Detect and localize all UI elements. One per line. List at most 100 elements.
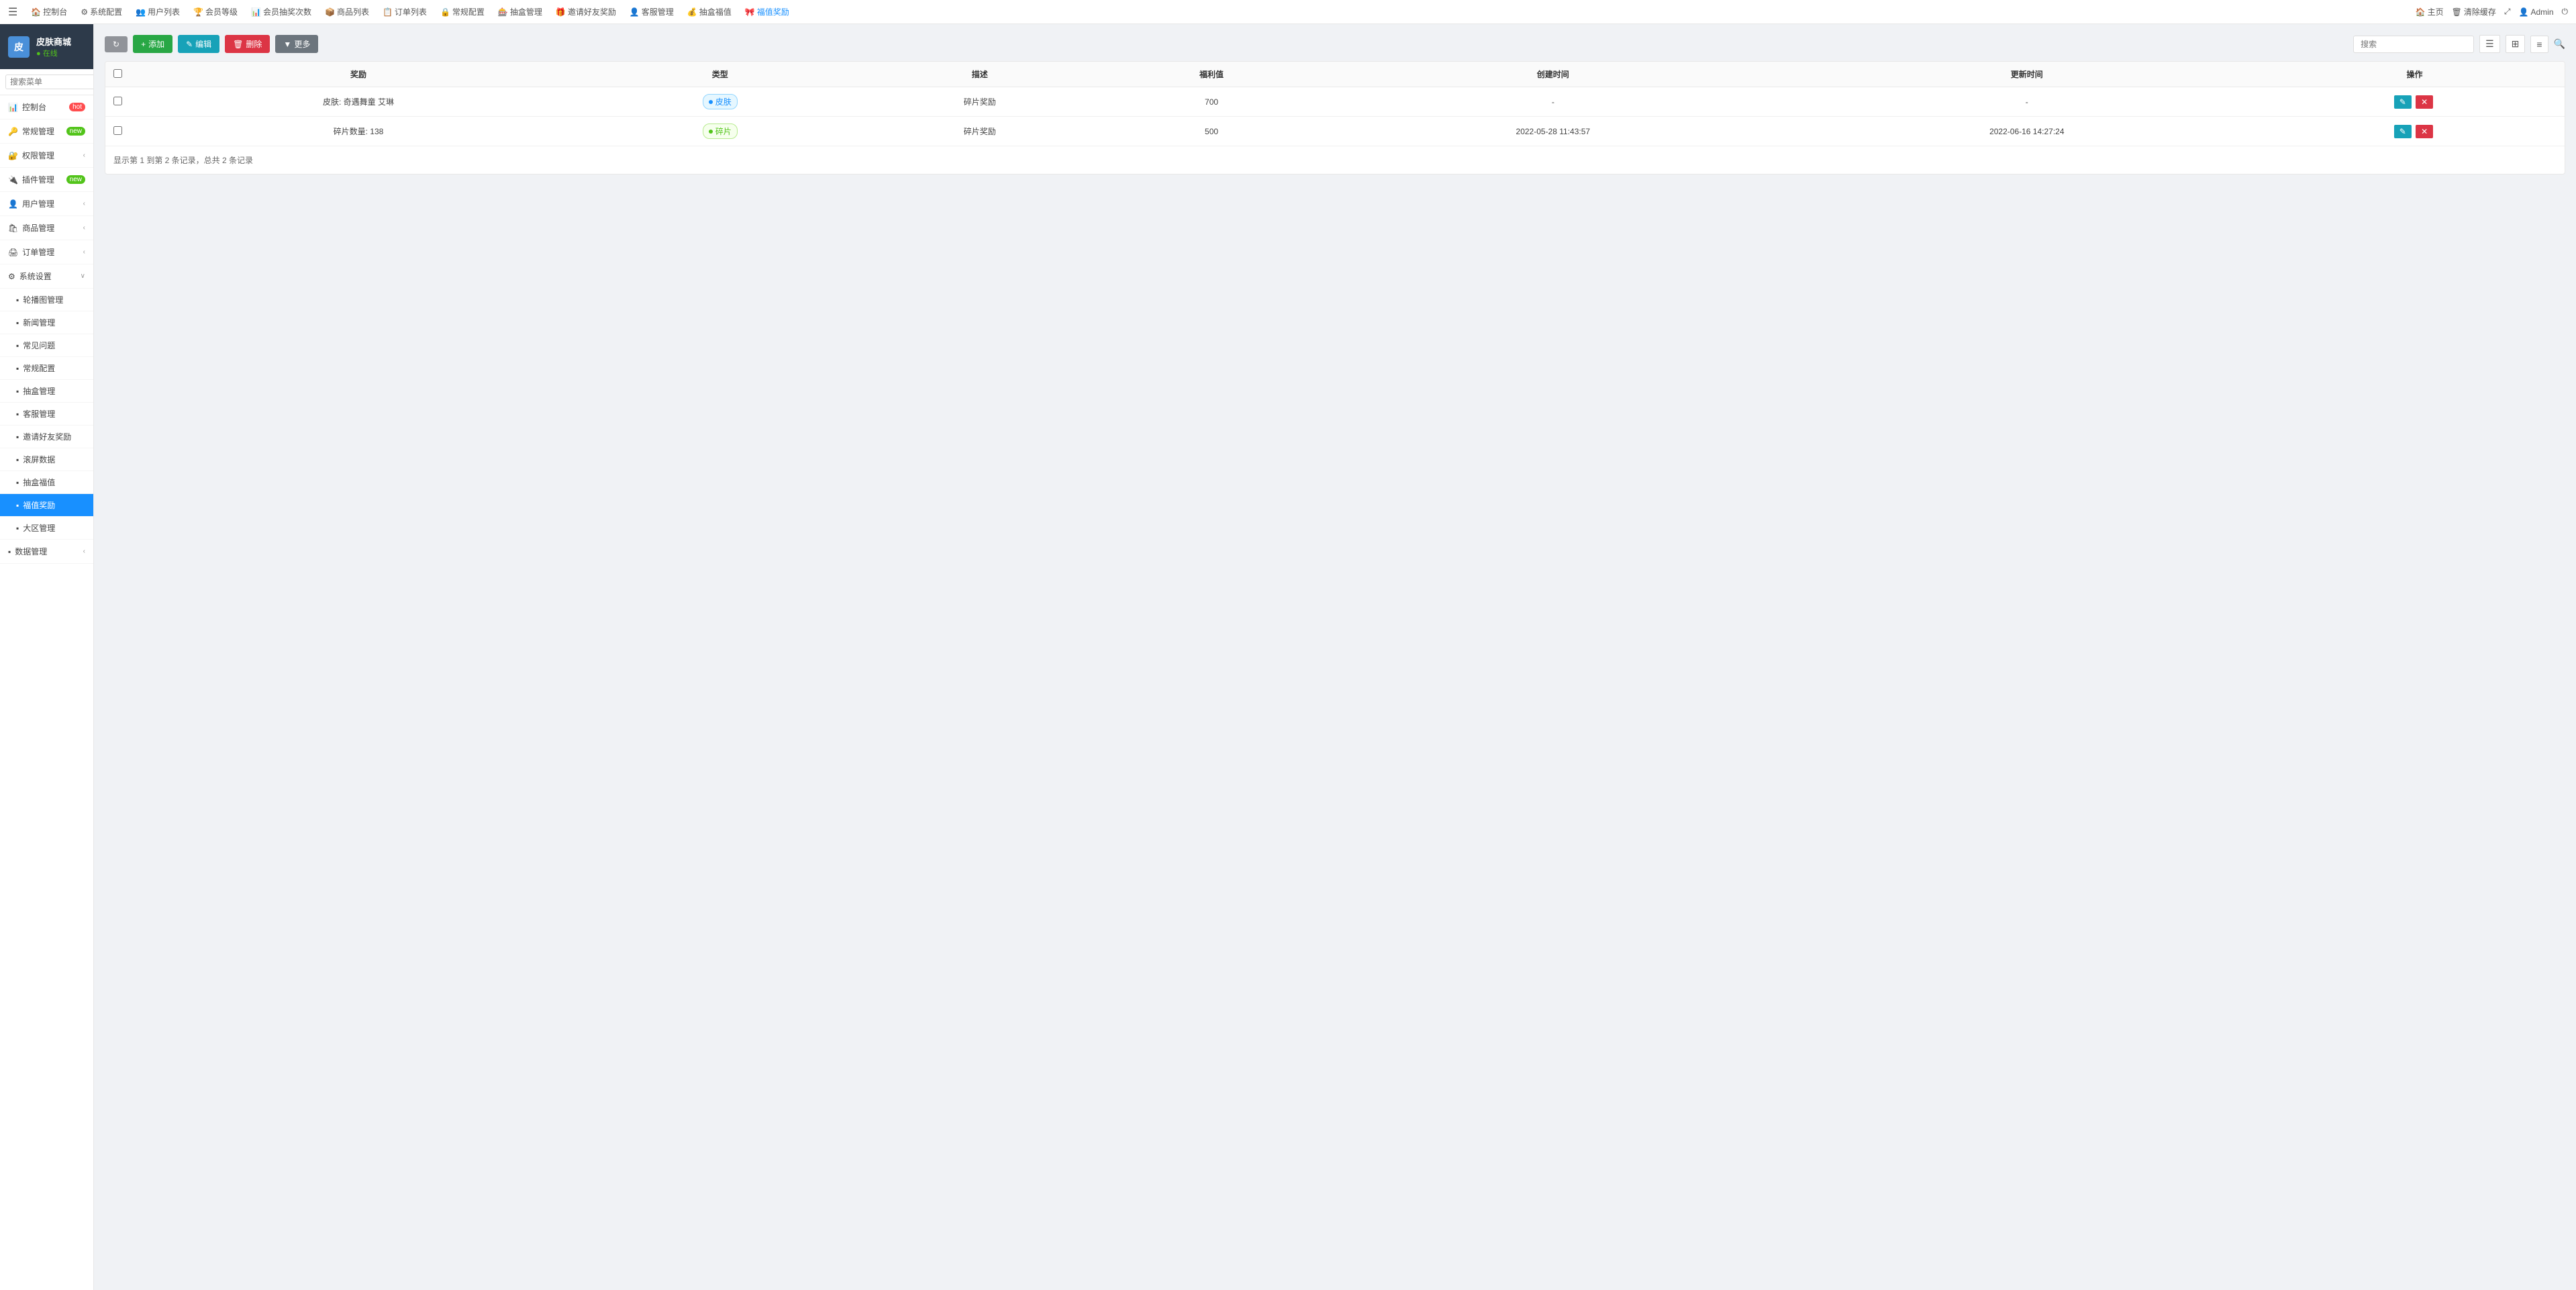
dashboard-icon: 📊 bbox=[8, 103, 18, 112]
hot-badge: hot bbox=[69, 103, 85, 111]
edit-row-button-0[interactable]: ✎ bbox=[2394, 95, 2412, 109]
sidebar-item-data-mgmt[interactable]: ▪ 数据管理 ‹ bbox=[0, 540, 93, 564]
sidebar-sub-scroll[interactable]: ▪ 滚屏数据 bbox=[0, 448, 93, 471]
row-select-0[interactable] bbox=[113, 97, 122, 105]
money-icon: 💰 bbox=[687, 7, 697, 17]
fullscreen-button[interactable]: ⤢ bbox=[2504, 7, 2511, 17]
sidebar-sub-invite[interactable]: ▪ 邀请好友奖励 bbox=[0, 426, 93, 448]
nav-lottery-mgmt[interactable]: 🎰 抽盒管理 bbox=[493, 0, 548, 24]
col-description: 描述 bbox=[854, 62, 1107, 87]
hamburger-menu[interactable]: ☰ bbox=[8, 5, 17, 19]
refresh-icon: ↻ bbox=[113, 40, 119, 49]
edit-icon: ✎ bbox=[186, 40, 193, 49]
sidebar-logo: 皮 bbox=[8, 36, 30, 58]
sidebar-item-dashboard[interactable]: 📊 控制台 hot bbox=[0, 95, 93, 119]
access-icon: 🔐 bbox=[8, 151, 18, 160]
arrow-icon-data: ‹ bbox=[83, 548, 85, 555]
toolbar: ↻ + 添加 ✎ 编辑 🗑 删除 ▼ 更多 ☰ ⊞ ≡ bbox=[105, 35, 2565, 53]
sidebar-sub-lottery-value[interactable]: ▪ 抽盒福值 bbox=[0, 471, 93, 494]
type-tag-0: 皮肤 bbox=[703, 94, 738, 109]
data-icon: ▪ bbox=[8, 547, 11, 556]
sidebar-sub-customer[interactable]: ▪ 客服管理 bbox=[0, 403, 93, 426]
new-badge: new bbox=[66, 127, 85, 136]
home-nav-icon: 🏠 bbox=[2416, 7, 2426, 17]
nav-member-count[interactable]: 📊 会员抽奖次数 bbox=[246, 0, 317, 24]
nav-invite-friends[interactable]: 🎁 邀请好友奖励 bbox=[550, 0, 622, 24]
permission-icon: 🔑 bbox=[8, 127, 18, 136]
nav-member-level[interactable]: 🏆 会员等级 bbox=[188, 0, 243, 24]
sidebar-header: 皮 皮肤商城 ● 在线 bbox=[0, 24, 93, 69]
top-navigation: ☰ 🏠 控制台 ⚙ 系统配置 👥 用户列表 🏆 会员等级 📊 会员抽奖次数 📦 … bbox=[0, 0, 2576, 24]
table-row: 皮肤: 奇遇舞童 艾琳 皮肤 碎片奖励 700 - - ✎ ✕ bbox=[105, 87, 2565, 117]
data-table-container: 奖励 类型 描述 福利值 创建时间 更新时间 操作 皮肤: 奇遇舞童 艾琳 皮肤 bbox=[105, 61, 2565, 175]
nav-dashboard[interactable]: 🏠 控制台 bbox=[26, 0, 72, 24]
sidebar-item-user-mgmt[interactable]: 👤 用户管理 ‹ bbox=[0, 192, 93, 216]
home-link[interactable]: 🏠 主页 bbox=[2416, 6, 2444, 17]
sidebar-sub-normal-config[interactable]: ▪ 常规配置 bbox=[0, 357, 93, 380]
sidebar-sub-carousel[interactable]: ▪ 轮播图管理 bbox=[0, 289, 93, 311]
nav-lottery-value[interactable]: 💰 抽盒福值 bbox=[682, 0, 737, 24]
admin-profile[interactable]: 👤 Admin bbox=[2519, 7, 2554, 17]
row-welfare-0: 700 bbox=[1106, 87, 1317, 117]
grid-view-button[interactable]: ⊞ bbox=[2506, 35, 2526, 53]
delete-button[interactable]: 🗑 删除 bbox=[225, 35, 270, 53]
refresh-button[interactable]: ↻ bbox=[105, 36, 128, 52]
nav-customer-mgmt[interactable]: 👤 客服管理 bbox=[624, 0, 679, 24]
plugin-new-badge: new bbox=[66, 175, 85, 184]
sidebar-title-wrap: 皮肤商城 ● 在线 bbox=[36, 35, 71, 58]
sidebar-item-system-settings[interactable]: ⚙ 系统设置 ∨ bbox=[0, 264, 93, 289]
home-icon: 🏠 bbox=[31, 7, 41, 17]
row-desc-0: 碎片奖励 bbox=[854, 87, 1107, 117]
row-select-1[interactable] bbox=[113, 126, 122, 135]
sidebar-item-order-mgmt[interactable]: 🖨 订单管理 ‹ bbox=[0, 240, 93, 264]
logout-icon: ⏻ bbox=[2562, 7, 2569, 17]
row-welfare-1: 500 bbox=[1106, 117, 1317, 146]
nav-system-config[interactable]: ⚙ 系统配置 bbox=[75, 0, 128, 24]
sidebar-store-name: 皮肤商城 bbox=[36, 35, 71, 48]
faq-dot-icon: ▪ bbox=[16, 341, 19, 350]
search-input[interactable] bbox=[2353, 36, 2474, 53]
row-actions-1: ✎ ✕ bbox=[2265, 117, 2565, 146]
type-tag-1: 碎片 bbox=[703, 123, 738, 139]
add-button[interactable]: + 添加 bbox=[133, 35, 172, 53]
edit-button[interactable]: ✎ 编辑 bbox=[178, 35, 219, 53]
select-all-header bbox=[105, 62, 130, 87]
gift-icon: 🎁 bbox=[556, 7, 566, 17]
customer-icon: 👤 bbox=[630, 7, 640, 17]
nav-permission-config[interactable]: 🔒 常规配置 bbox=[435, 0, 490, 24]
sidebar-sub-news[interactable]: ▪ 新闻管理 bbox=[0, 311, 93, 334]
product-icon: 🛍 bbox=[8, 224, 18, 233]
main-content: ↻ + 添加 ✎ 编辑 🗑 删除 ▼ 更多 ☰ ⊞ ≡ bbox=[94, 24, 2576, 1290]
invite-dot-icon: ▪ bbox=[16, 432, 19, 442]
row-reward-0: 皮肤: 奇遇舞童 艾琳 bbox=[130, 87, 587, 117]
nav-welfare-reward[interactable]: 🎀 福值奖励 bbox=[740, 0, 795, 24]
sidebar-sub-faq[interactable]: ▪ 常见问题 bbox=[0, 334, 93, 357]
nav-user-list[interactable]: 👥 用户列表 bbox=[130, 0, 185, 24]
row-updated-1: 2022-06-16 14:27:24 bbox=[1789, 117, 2265, 146]
search-submit-button[interactable]: 🔍 bbox=[2554, 38, 2565, 50]
news-dot-icon: ▪ bbox=[16, 318, 19, 328]
nav-order-list[interactable]: 📋 订单列表 bbox=[377, 0, 432, 24]
col-type: 类型 bbox=[587, 62, 854, 87]
sidebar-sub-region[interactable]: ▪ 大区管理 bbox=[0, 517, 93, 540]
more-button[interactable]: ▼ 更多 bbox=[275, 35, 318, 53]
column-toggle-button[interactable]: ≡ bbox=[2530, 36, 2548, 53]
delete-row-button-1[interactable]: ✕ bbox=[2416, 125, 2433, 138]
arrow-icon-settings: ∨ bbox=[81, 272, 85, 280]
select-all-checkbox[interactable] bbox=[113, 69, 122, 78]
sidebar-sub-welfare-reward[interactable]: ▪ 福值奖励 bbox=[0, 494, 93, 517]
edit-row-button-1[interactable]: ✎ bbox=[2394, 125, 2412, 138]
search-input[interactable] bbox=[5, 75, 94, 89]
sidebar-item-product-mgmt[interactable]: 🛍 商品管理 ‹ bbox=[0, 216, 93, 240]
sidebar-item-permission[interactable]: 🔑 常规管理 new bbox=[0, 119, 93, 144]
sidebar-item-plugin[interactable]: 🔌 插件管理 new bbox=[0, 168, 93, 192]
list-view-button[interactable]: ☰ bbox=[2479, 35, 2500, 53]
logout-button[interactable]: ⏻ bbox=[2562, 7, 2569, 17]
nav-product-list[interactable]: 📦 商品列表 bbox=[319, 0, 375, 24]
delete-row-button-0[interactable]: ✕ bbox=[2416, 95, 2433, 109]
sidebar-item-access-control[interactable]: 🔐 权限管理 ‹ bbox=[0, 144, 93, 168]
clear-cache-button[interactable]: 🗑 清除缓存 bbox=[2452, 6, 2496, 17]
table-row: 碎片数量: 138 碎片 碎片奖励 500 2022-05-28 11:43:5… bbox=[105, 117, 2565, 146]
toolbar-right: ☰ ⊞ ≡ 🔍 bbox=[2353, 35, 2565, 53]
sidebar-sub-lottery[interactable]: ▪ 抽盒管理 bbox=[0, 380, 93, 403]
